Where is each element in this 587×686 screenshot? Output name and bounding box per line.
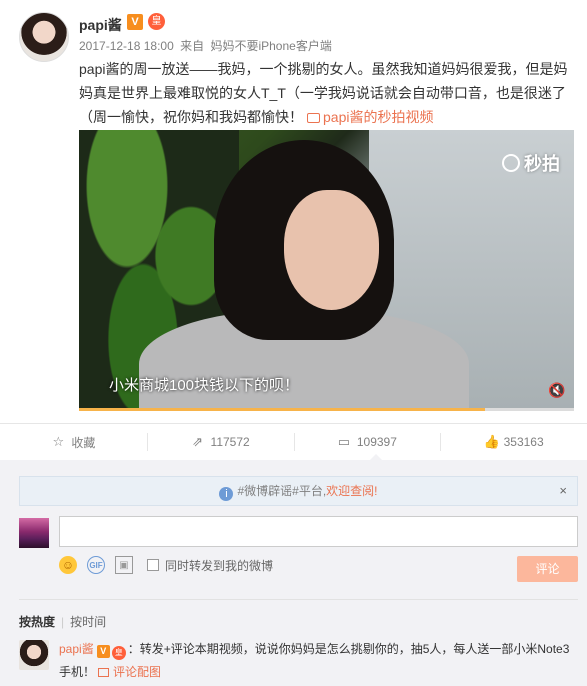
sort-by-hot[interactable]: 按热度 [19,615,55,629]
mute-icon[interactable]: 🔇 [548,382,566,398]
image-icon[interactable]: ▣ [115,556,133,574]
like-count: 353163 [503,435,544,449]
source-prefix: 来自 [180,39,205,53]
comment-tools: ☺ GIF ▣ 同时转发到我的微博 [59,556,273,574]
commenter-avatar[interactable] [19,640,49,670]
forward-count: 117572 [210,435,250,449]
post-meta: 2017-12-18 18:00 来自 妈妈不要iPhone客户端 [79,37,335,54]
comment-sort: 按热度 | 按时间 [19,613,106,630]
verified-badge-icon: V [96,645,110,658]
submit-comment-button[interactable]: 评论 [517,556,578,582]
forward-button[interactable]: ⇗ 117572 [146,424,294,460]
forward-checkbox[interactable] [147,559,159,571]
verified-badge-icon: V [127,14,143,30]
info-icon: i [219,487,234,501]
comment-section: i #微博辟谣#平台,欢迎查阅! × ☺ GIF ▣ 同时转发到我的微博 评论 按… [0,460,587,686]
current-user-avatar[interactable] [19,518,49,548]
comment-count: 109397 [356,435,397,449]
video-progress-fill [79,408,485,411]
emoji-icon[interactable]: ☺ [59,556,77,574]
notice-link[interactable]: 欢迎查阅! [326,484,377,498]
comment-item: papi酱 V 皇：转发+评论本期视频，说说你妈妈是怎么挑剔你的，抽5人，每人送一部… [59,638,579,684]
comment-picture-link[interactable]: 评论配图 [113,665,161,679]
favorite-button[interactable]: ☆ 收藏 [0,424,147,460]
crown-badge-icon: 皇 [148,13,165,30]
divider [19,599,578,600]
forward-checkbox-label: 同时转发到我的微博 [165,558,274,573]
video-subtitle: 小米商城100块钱以下的呗！ [109,377,300,394]
forward-icon: ⇗ [192,434,203,449]
video-link-icon [307,113,320,123]
video-player[interactable]: 秒拍 小米商城100块钱以下的呗！ 🔇 [79,130,574,410]
comment-button[interactable]: ▭ 109397 [293,424,441,460]
camera-icon [502,154,520,172]
post-source[interactable]: 妈妈不要iPhone客户端 [210,39,331,53]
like-button[interactable]: 👍 353163 [440,424,587,460]
sort-separator: | [61,615,65,629]
post-timestamp[interactable]: 2017-12-18 18:00 [79,39,174,53]
commenter-name[interactable]: papi酱 [59,642,94,656]
video-link[interactable]: papi酱的秒拍视频 [323,109,433,125]
video-progress-bar[interactable] [79,408,574,411]
star-icon: ☆ [52,434,65,449]
close-icon[interactable]: × [559,477,567,505]
comment-input[interactable] [59,516,578,547]
picture-icon [98,668,110,677]
video-watermark: 秒拍 [502,150,560,176]
comment-icon: ▭ [337,434,350,449]
rumor-notice: i #微博辟谣#平台,欢迎查阅! × [19,476,578,506]
crown-badge-icon: 皇 [111,646,126,660]
thumbs-up-icon: 👍 [483,434,500,449]
gif-icon[interactable]: GIF [87,556,105,574]
person-face [284,190,379,310]
author-avatar[interactable] [19,12,69,62]
notice-text: #微博辟谣#平台, [237,484,327,498]
action-bar: ☆ 收藏 ⇗ 117572 ▭ 109397 👍 353163 [0,424,587,460]
favorite-label: 收藏 [71,435,96,450]
author-name[interactable]: papi酱 [79,15,122,35]
post-text: papi酱的周一放送——我妈，一个挑剔的女人。虽然我知道妈妈很爱我，但是妈妈真是… [79,57,574,129]
sort-by-time[interactable]: 按时间 [70,615,106,629]
